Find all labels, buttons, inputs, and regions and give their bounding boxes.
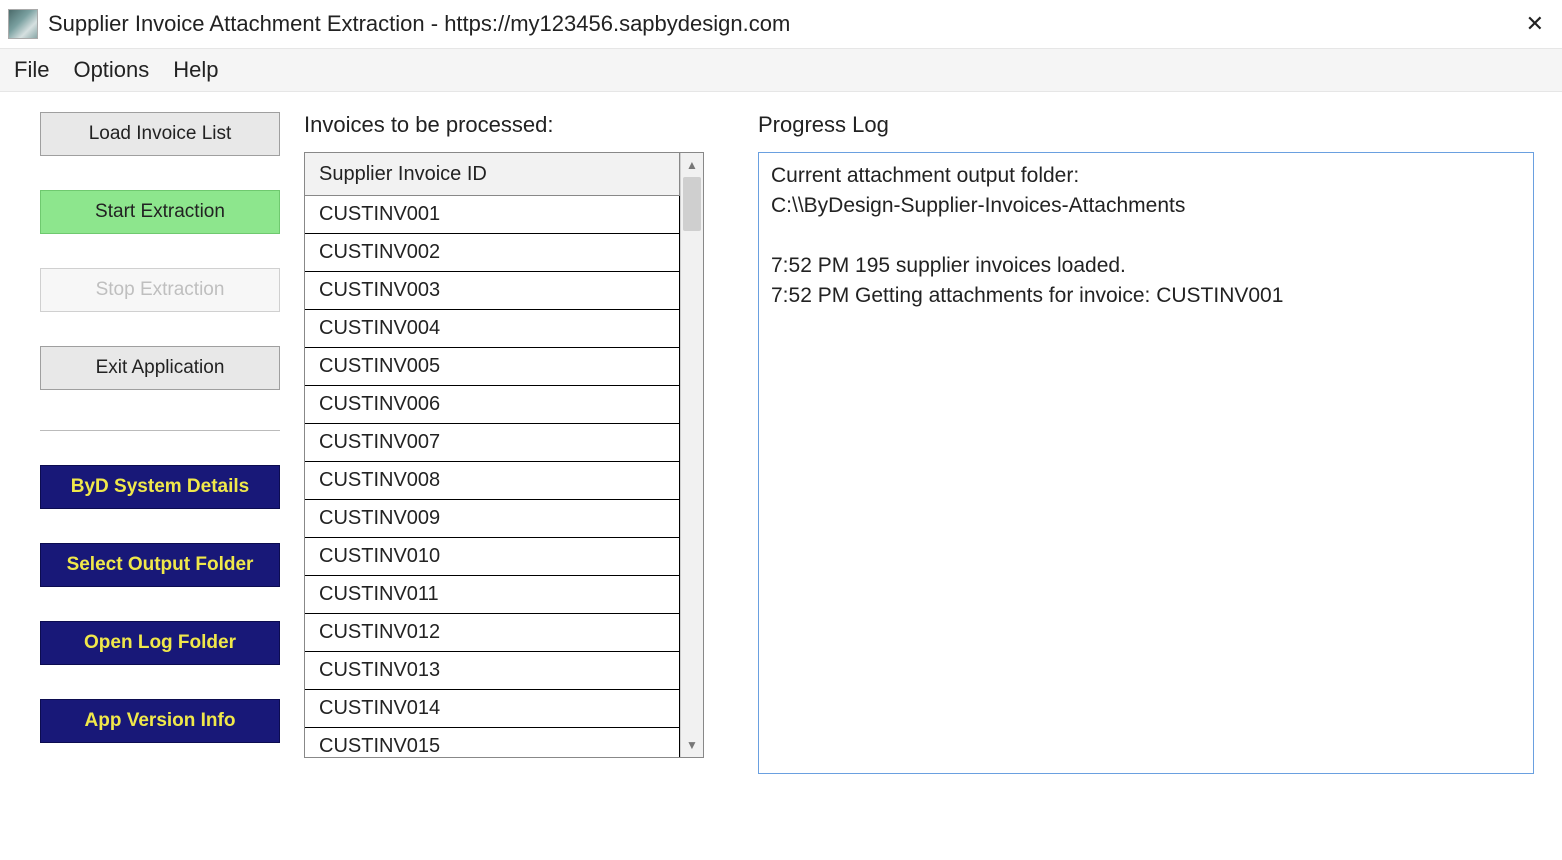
stop-extraction-button: Stop Extraction — [40, 268, 280, 312]
scroll-up-icon[interactable]: ▲ — [681, 153, 703, 177]
invoice-row[interactable]: CUSTINV001 — [305, 196, 680, 234]
sidebar: Load Invoice List Start Extraction Stop … — [40, 112, 280, 774]
invoices-label: Invoices to be processed: — [304, 112, 704, 138]
invoice-row[interactable]: CUSTINV008 — [305, 462, 680, 500]
window-title: Supplier Invoice Attachment Extraction -… — [48, 11, 790, 37]
close-icon[interactable]: ✕ — [1516, 7, 1554, 41]
menu-help[interactable]: Help — [173, 57, 218, 83]
scroll-down-icon[interactable]: ▼ — [681, 733, 703, 757]
invoice-row[interactable]: CUSTINV005 — [305, 348, 680, 386]
scroll-thumb[interactable] — [683, 177, 701, 231]
load-invoice-list-button[interactable]: Load Invoice List — [40, 112, 280, 156]
start-extraction-button[interactable]: Start Extraction — [40, 190, 280, 234]
invoice-row[interactable]: CUSTINV013 — [305, 652, 680, 690]
menu-file[interactable]: File — [14, 57, 49, 83]
app-icon — [8, 9, 38, 39]
invoice-row[interactable]: CUSTINV007 — [305, 424, 680, 462]
app-version-info-button[interactable]: App Version Info — [40, 699, 280, 743]
exit-application-button[interactable]: Exit Application — [40, 346, 280, 390]
invoice-row[interactable]: CUSTINV010 — [305, 538, 680, 576]
progress-log-label: Progress Log — [758, 112, 1534, 138]
progress-log-panel: Progress Log Current attachment output f… — [758, 112, 1534, 774]
byd-system-details-button[interactable]: ByD System Details — [40, 465, 280, 509]
app-window: Supplier Invoice Attachment Extraction -… — [0, 0, 1562, 860]
main-body: Load Invoice List Start Extraction Stop … — [0, 92, 1562, 802]
select-output-folder-button[interactable]: Select Output Folder — [40, 543, 280, 587]
invoices-grid: Supplier Invoice ID CUSTINV001 CUSTINV00… — [304, 152, 704, 758]
progress-log-box[interactable]: Current attachment output folder: C:\\By… — [758, 152, 1534, 774]
menu-bar: File Options Help — [0, 48, 1562, 92]
open-log-folder-button[interactable]: Open Log Folder — [40, 621, 280, 665]
invoice-row[interactable]: CUSTINV002 — [305, 234, 680, 272]
invoice-row[interactable]: CUSTINV004 — [305, 310, 680, 348]
invoice-row[interactable]: CUSTINV009 — [305, 500, 680, 538]
menu-options[interactable]: Options — [73, 57, 149, 83]
invoice-row[interactable]: CUSTINV015 — [305, 728, 680, 757]
title-bar: Supplier Invoice Attachment Extraction -… — [0, 0, 1562, 48]
invoices-column-header[interactable]: Supplier Invoice ID — [305, 153, 680, 196]
sidebar-divider — [40, 430, 280, 431]
invoice-row[interactable]: CUSTINV014 — [305, 690, 680, 728]
invoice-row[interactable]: CUSTINV012 — [305, 614, 680, 652]
invoice-row[interactable]: CUSTINV006 — [305, 386, 680, 424]
invoices-scrollbar[interactable]: ▲ ▼ — [680, 153, 703, 757]
invoice-row[interactable]: CUSTINV011 — [305, 576, 680, 614]
invoice-row[interactable]: CUSTINV003 — [305, 272, 680, 310]
invoices-panel: Invoices to be processed: Supplier Invoi… — [304, 112, 704, 774]
